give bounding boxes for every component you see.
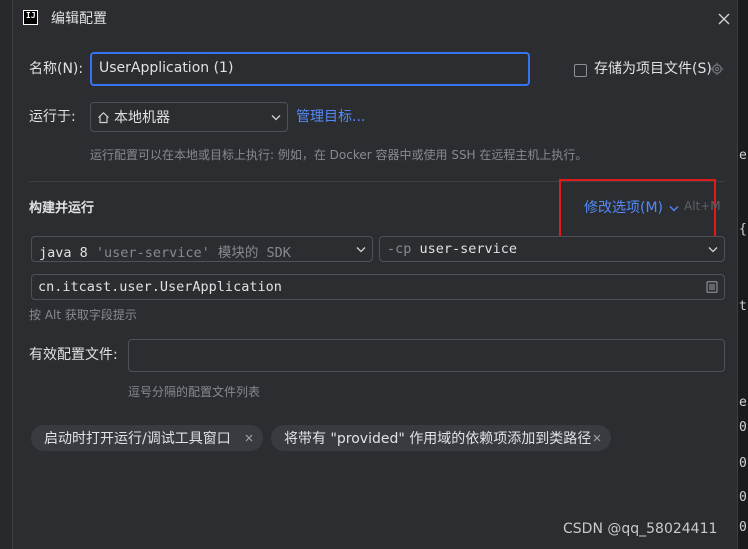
background-glyph: 0 [739, 520, 747, 535]
chip-label: 将带有 "provided" 作用域的依赖项添加到类路径 [284, 431, 592, 447]
remove-chip-icon[interactable] [245, 434, 253, 442]
chevron-down-icon [271, 115, 281, 121]
jre-dropdown[interactable]: java 8 'user-service' 模块的 SDK [31, 236, 373, 262]
active-profiles-label: 有效配置文件: [29, 347, 118, 363]
active-profiles-input[interactable] [128, 339, 725, 372]
option-chip-add-provided-deps[interactable]: 将带有 "provided" 作用域的依赖项添加到类路径 [271, 425, 611, 451]
chevron-down-icon [708, 247, 718, 253]
home-icon [98, 111, 109, 124]
classpath-flag: -cp [387, 241, 412, 257]
build-and-run-heading: 构建并运行 [29, 201, 95, 216]
background-glyph: 0 [739, 456, 747, 471]
classpath-module-dropdown[interactable]: -cp user-service [379, 236, 725, 262]
chevron-down-icon [670, 206, 679, 212]
background-window-right: e { t e 0 0 0 0 [738, 0, 748, 549]
main-class-value: cn.itcast.user.UserApplication [38, 279, 282, 295]
background-window-left [0, 0, 12, 549]
classpath-module: user-service [419, 241, 518, 257]
name-input-value: UserApplication (1) [99, 60, 234, 76]
chip-label: 启动时打开运行/调试工具窗口 [44, 431, 231, 447]
run-on-label: 运行于: [29, 109, 76, 125]
background-glyph: { [739, 222, 747, 237]
modify-options-shortcut: Alt+M [684, 199, 721, 213]
background-glyph: e [739, 395, 747, 410]
field-hint: 按 Alt 获取字段提示 [29, 308, 137, 322]
background-glyph: 0 [739, 490, 747, 505]
close-icon[interactable] [717, 12, 731, 26]
browse-document-icon[interactable] [706, 281, 718, 293]
store-as-project-file-label[interactable]: 存储为项目文件(S) [594, 58, 712, 78]
store-as-project-file-checkbox[interactable] [574, 64, 587, 77]
run-on-hint: 运行配置可以在本地或目标上执行: 例如，在 Docker 容器中或使用 SSH … [90, 148, 588, 162]
intellij-logo-icon: IJ [23, 10, 38, 25]
modify-options-label: 修改选项(M) [584, 200, 664, 216]
background-glyph: e [739, 148, 747, 163]
name-input[interactable]: UserApplication (1) [90, 52, 530, 86]
edit-configuration-dialog: IJ 编辑配置 名称(N): UserApplication (1) 存储为项目… [12, 0, 738, 549]
gear-icon[interactable] [710, 62, 724, 76]
chevron-down-icon [356, 247, 366, 253]
run-target-dropdown[interactable]: 本地机器 [90, 102, 288, 132]
manage-targets-link[interactable]: 管理目标... [296, 106, 365, 126]
dialog-title: 编辑配置 [51, 11, 107, 27]
name-label: 名称(N): [29, 61, 84, 77]
modify-options-link[interactable]: 修改选项(M) [584, 197, 679, 217]
run-target-value: 本地机器 [114, 110, 170, 126]
jre-version: java 8 [39, 245, 88, 261]
option-chip-open-tool-window[interactable]: 启动时打开运行/调试工具窗口 [31, 425, 263, 451]
background-glyph: t [739, 299, 747, 314]
main-class-input[interactable]: cn.itcast.user.UserApplication [31, 274, 725, 300]
remove-chip-icon[interactable] [593, 434, 601, 442]
watermark-text: CSDN @qq_58024411 [563, 521, 718, 537]
background-glyph: 0 [739, 420, 747, 435]
profiles-hint: 逗号分隔的配置文件列表 [128, 385, 261, 399]
jre-detail: 'user-service' 模块的 SDK [95, 245, 291, 261]
